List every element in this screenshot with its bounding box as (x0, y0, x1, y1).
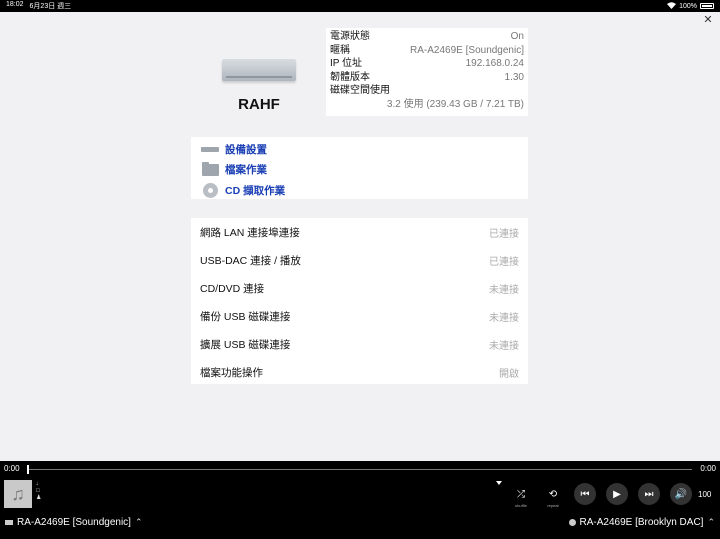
cd-icon (202, 182, 218, 198)
album-art[interactable]: ♫ (4, 480, 32, 508)
menu-item-file-operations[interactable]: 檔案作業 (201, 160, 518, 181)
disk-usage-value: 3.2 使用 (239.43 GB / 7.21 TB) (386, 98, 524, 110)
time-elapsed: 0:00 (4, 464, 20, 473)
shuffle-icon: ⤮ (517, 488, 525, 500)
battery-icon (700, 3, 714, 9)
conn-row-file-function: 檔案功能操作 開啟 (200, 366, 519, 380)
music-note-icon: ♫ (11, 483, 25, 504)
time-total: 0:00 (700, 464, 716, 473)
status-badge: 未連接 (489, 312, 519, 324)
conn-row-cd-dvd: CD/DVD 連接 未連接 (200, 282, 519, 296)
repeat-button[interactable]: ⟲ repeat (542, 483, 564, 509)
note-icon: ♩ (36, 481, 42, 487)
disc-icon: □ (36, 488, 40, 494)
device-menu: 設備設置 檔案作業 CD 擷取作業 (191, 137, 528, 199)
previous-button[interactable]: ⏮ (574, 483, 596, 505)
chevron-up-icon: ⌃ (134, 516, 143, 527)
status-time: 18:02 (6, 1, 24, 8)
progress-track[interactable] (27, 469, 692, 470)
play-icon: ▶ (613, 488, 621, 500)
menu-item-device-settings[interactable]: 設備設置 (201, 139, 518, 160)
play-button[interactable]: ▶ (606, 483, 628, 505)
device-icon (201, 146, 219, 152)
device-info-panel: 電源狀態 On 暱稱 RA-A2469E [Soundgenic] IP 位址 … (326, 28, 528, 116)
speaker-icon: 🔊 (674, 488, 688, 500)
conn-row-usb-dac: USB-DAC 連接 / 播放 已連接 (200, 254, 519, 268)
shuffle-button[interactable]: ⤮ shuffle (510, 483, 532, 509)
status-badge: 已連接 (489, 256, 519, 268)
conn-row-lan: 網路 LAN 連接埠連接 已連接 (200, 226, 519, 240)
volume-level: 100 (698, 489, 712, 499)
source-device-name: RA-A2469E [Soundgenic] (17, 516, 131, 528)
previous-icon: ⏮ (580, 488, 590, 500)
status-bar: 18:02 6月23日 週三 100% (0, 0, 720, 12)
info-row-disk: 磁碟空間使用 (330, 85, 390, 96)
device-name: RAHF (238, 96, 280, 113)
repeat-icon: ⟲ (548, 488, 558, 500)
conn-row-backup-usb: 備份 USB 磁碟連接 未連接 (200, 310, 519, 324)
renderer-icon (568, 518, 576, 526)
expand-triangle-icon[interactable] (496, 481, 502, 485)
status-badge: 已連接 (489, 228, 519, 240)
progress-handle[interactable] (27, 465, 29, 474)
chevron-up-icon: ⌃ (707, 516, 715, 527)
source-device-selector[interactable]: RA-A2469E [Soundgenic] ⌃ (5, 517, 143, 528)
info-row-ip: IP 位址 192.168.0.24 (330, 58, 524, 69)
playback-controls: ⤮ shuffle ⟲ repeat ⏮ ▶ ⏭ 🔊 100 (510, 483, 712, 509)
folder-icon (201, 161, 219, 176)
info-row-firmware: 韌體版本 1.30 (330, 71, 524, 83)
player-bar: 0:00 0:00 ♫ ♩ □ ♟ ⤮ shuffle ⟲ repeat ⏮ ▶… (0, 461, 720, 539)
conn-row-expansion-usb: 擴展 USB 磁碟連接 未連接 (200, 338, 519, 352)
status-badge: 未連接 (489, 284, 519, 296)
next-button[interactable]: ⏭ (638, 483, 660, 505)
connection-status-panel: 網路 LAN 連接埠連接 已連接 USB-DAC 連接 / 播放 已連接 CD/… (191, 218, 528, 384)
info-row-power: 電源狀態 On (330, 31, 524, 42)
person-icon: ♟ (36, 495, 42, 501)
close-button[interactable]: ✕ (702, 14, 714, 26)
output-device-selector[interactable]: RA-A2469E [Brooklyn DAC] ⌃ (568, 516, 715, 528)
status-badge: 開啟 (499, 368, 519, 380)
wifi-icon (667, 1, 677, 11)
status-badge: 未連接 (489, 340, 519, 352)
volume-button[interactable]: 🔊 (670, 483, 692, 505)
server-icon (5, 519, 13, 525)
output-device-name: RA-A2469E [Brooklyn DAC] (579, 516, 704, 528)
close-icon[interactable]: ✕ (703, 14, 712, 26)
track-meta: ♩ □ ♟ (36, 481, 42, 502)
battery-percent: 100% (679, 2, 697, 10)
next-icon: ⏭ (644, 488, 654, 500)
device-selector-bar: RA-A2469E [Soundgenic] ⌃ RA-A2469E [Broo… (0, 512, 720, 532)
device-image (222, 59, 296, 81)
status-date: 6月23日 週三 (29, 3, 72, 10)
info-row-nickname: 暱稱 RA-A2469E [Soundgenic] (330, 44, 524, 56)
menu-item-cd-rip[interactable]: CD 擷取作業 (201, 180, 518, 201)
